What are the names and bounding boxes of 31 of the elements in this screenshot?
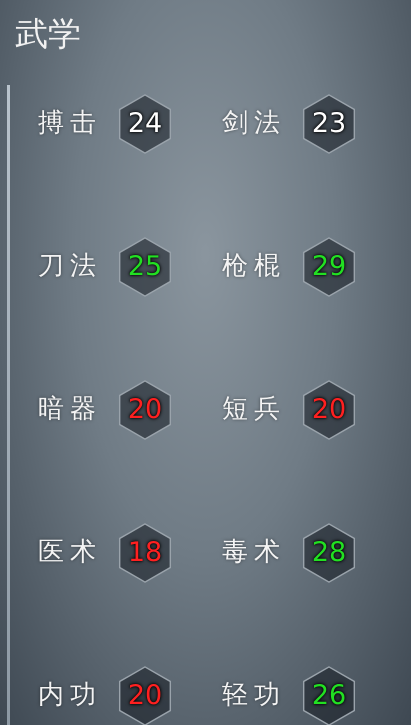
skill-name: 毒术 [222, 536, 286, 569]
page-title: 武学 [15, 14, 81, 54]
hexagon-icon [302, 94, 356, 154]
skill-name: 短兵 [222, 393, 286, 426]
hexagon-icon [302, 666, 356, 725]
hexagon-icon [118, 666, 172, 725]
skill-name: 刀法 [38, 250, 102, 283]
skill-name: 搏击 [38, 107, 102, 140]
hexagon-icon [118, 236, 172, 296]
skill-value: 24 [128, 108, 162, 140]
hexagon-icon [118, 522, 172, 582]
skill-name: 轻功 [222, 679, 286, 712]
skill-name: 暗器 [38, 393, 102, 426]
skill-value: 20 [128, 680, 162, 712]
skill-value: 23 [312, 108, 346, 140]
skill-value: 29 [312, 250, 346, 282]
hexagon-icon [302, 522, 356, 582]
skill-name: 枪棍 [222, 250, 286, 283]
hexagon-icon [118, 94, 172, 154]
skill-value: 25 [128, 250, 162, 282]
skill-value: 28 [312, 536, 346, 568]
hexagon-icon [302, 380, 356, 440]
hexagon-icon [118, 380, 172, 440]
skill-value: 20 [128, 394, 162, 426]
skill-name: 内功 [38, 679, 102, 712]
skill-value: 26 [312, 680, 346, 712]
skill-name: 医术 [38, 536, 102, 569]
hexagon-icon [302, 236, 356, 296]
skill-value: 20 [312, 394, 346, 426]
skill-name: 剑法 [222, 107, 286, 140]
skill-value: 18 [128, 536, 162, 568]
